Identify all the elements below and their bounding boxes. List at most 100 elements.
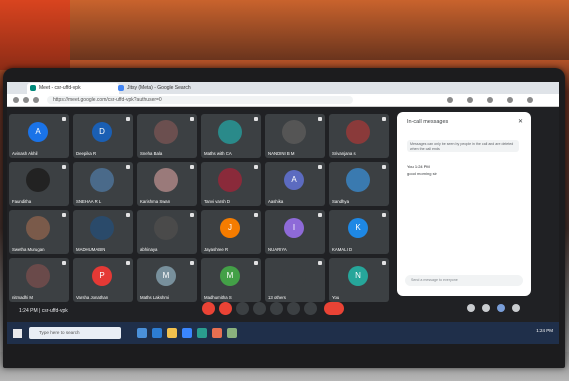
participant-tile[interactable]: Swetha Murugan [9,210,69,254]
end-call-button[interactable] [324,302,344,315]
meeting-code: 1:24 PM | csr-uffd-vpk [19,308,68,314]
message-text: good morning sir [407,171,437,176]
refresh-icon[interactable] [33,97,39,103]
edge-icon[interactable] [152,328,162,338]
more-options-icon[interactable] [304,302,317,315]
participant-name: Maths with CA [204,151,232,156]
present-icon[interactable] [287,302,300,315]
participant-name: SNEHAA R L [76,199,102,204]
participant-photo [26,168,50,192]
captions-icon[interactable] [236,302,249,315]
tab-search[interactable]: Jitsy (Meta) - Google Search [115,83,237,94]
mic-muted-icon [62,165,66,169]
participant-name: Varsha Jonathan [76,295,109,300]
store-icon[interactable] [182,328,192,338]
participant-tile[interactable]: M Maths Lakshmi [137,258,197,302]
participant-tile[interactable]: J Jayashree R [201,210,261,254]
participant-tile[interactable]: Tanvi varsh D [201,162,261,206]
mic-muted-icon [318,213,322,217]
address-bar: https://meet.google.com/csr-uffd-vpk?aut… [7,94,559,107]
participant-tile[interactable]: MADHUMABIN [73,210,133,254]
close-icon[interactable]: ✕ [518,118,523,125]
participant-photo [282,264,306,288]
wall-left [0,0,70,70]
favorites-icon[interactable] [467,97,473,103]
participant-tile[interactable]: NANDINI B M [265,114,325,158]
chat-title: In-call messages [407,119,449,125]
browser-tab-strip: Meet - csr-uffd-vpk Jitsy (Meta) - Googl… [7,82,559,94]
extension-icon[interactable] [447,97,453,103]
participant-tile[interactable]: I NUARIYA [265,210,325,254]
people-icon[interactable] [482,304,490,312]
meet-icon [30,85,36,91]
avatar: P [92,266,112,286]
mic-muted-icon [126,213,130,217]
participant-photo [218,168,242,192]
activities-icon[interactable] [512,304,520,312]
mail-icon[interactable] [197,328,207,338]
chat-notice: Messages can only be seen by people in t… [407,140,519,152]
task-view-icon[interactable] [137,328,147,338]
participant-tile[interactable]: Faunditha [9,162,69,206]
forward-icon[interactable] [23,97,29,103]
raise-hand-icon[interactable] [253,302,266,315]
app-icon[interactable] [227,328,237,338]
participant-tile[interactable]: Karishma Swan [137,162,197,206]
mic-muted-icon [382,213,386,217]
file-explorer-icon[interactable] [167,328,177,338]
participant-tile[interactable]: P Varsha Jonathan [73,258,133,302]
chat-icon[interactable] [497,304,505,312]
back-icon[interactable] [13,97,19,103]
participant-tile[interactable]: M Madhumitha S [201,258,261,302]
emoji-icon[interactable] [270,302,283,315]
participant-name: Avinash Akhil [12,151,38,156]
mic-muted-icon [318,261,322,265]
participant-tile[interactable]: A Aashika [265,162,325,206]
participant-tile[interactable]: SNEHAA R L [73,162,133,206]
participant-name: KAMALI D [332,247,353,252]
mic-muted-icon [382,165,386,169]
profile-icon[interactable] [507,97,513,103]
photo-scene: Meet - csr-uffd-vpk Jitsy (Meta) - Googl… [0,0,569,381]
participant-tile[interactable]: Sneha Bala [137,114,197,158]
camera-off-icon[interactable] [219,302,232,315]
participant-tile[interactable]: Srivanjana s [329,114,389,158]
mic-muted-icon [382,261,386,265]
info-icon[interactable] [467,304,475,312]
taskbar-search[interactable]: Type here to search [29,327,121,339]
participant-name: abhinaya [140,247,158,252]
windows-start-icon[interactable] [13,329,22,338]
participant-tile[interactable]: N You [329,258,389,302]
participant-photo [90,216,114,240]
avatar: K [348,218,368,238]
participant-tile[interactable]: abhinaya [137,210,197,254]
chat-panel: In-call messages ✕ Messages can only be … [397,112,531,296]
avatar: A [284,170,304,190]
participant-name: Jayashree R [204,247,229,252]
chat-input[interactable]: Send a message to everyone [405,275,523,286]
mic-muted-icon [382,117,386,121]
participant-photo [282,120,306,144]
google-icon [118,85,124,91]
participant-tile[interactable]: A Avinash Akhil [9,114,69,158]
app-icon[interactable] [212,328,222,338]
participant-photo [90,168,114,192]
participant-tile[interactable]: Maths with CA [201,114,261,158]
collections-icon[interactable] [487,97,493,103]
avatar: A [28,122,48,142]
participant-tile[interactable]: nitmadhi M [9,258,69,302]
system-clock: 1:24 PM [536,328,553,333]
mic-off-icon[interactable] [202,302,215,315]
avatar: M [220,266,240,286]
participant-tile[interactable]: 13 others [265,258,325,302]
url-field[interactable]: https://meet.google.com/csr-uffd-vpk?aut… [47,96,353,104]
taskbar: Type here to search 1:24 PM [7,322,559,344]
message-sender: You 1:24 PM [407,164,430,169]
avatar: I [284,218,304,238]
menu-icon[interactable] [527,97,533,103]
participant-tile[interactable]: Sandhya [329,162,389,206]
participant-tile[interactable]: K KAMALI D [329,210,389,254]
mic-muted-icon [190,117,194,121]
tab-meet[interactable]: Meet - csr-uffd-vpk [27,83,119,94]
participant-tile[interactable]: D Deepika R [73,114,133,158]
